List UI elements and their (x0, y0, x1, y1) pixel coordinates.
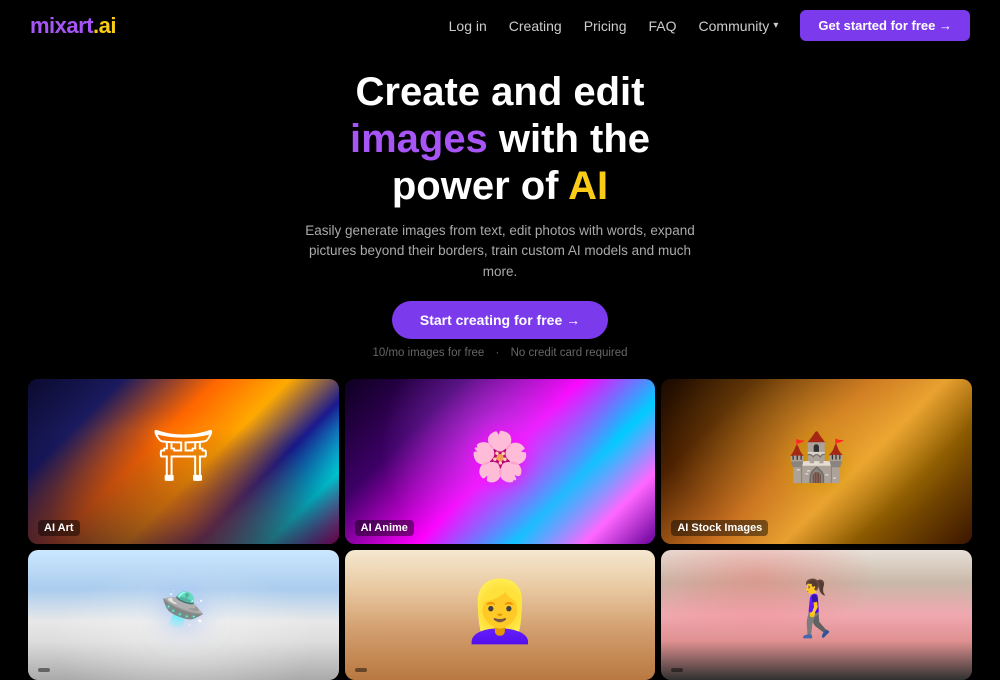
gallery-item-ai-anime[interactable]: AI Anime (345, 379, 656, 544)
hero-images-word: images (350, 117, 488, 161)
portrait-image (345, 550, 656, 680)
gallery-grid: AI Art AI Anime AI Stock Images (0, 379, 1000, 680)
logo-ai: ai (99, 13, 116, 38)
gallery-item-ai-stock[interactable]: AI Stock Images (661, 379, 972, 544)
logo-mix: mix (30, 13, 66, 38)
portrait-label (355, 668, 367, 672)
chevron-down-icon: ▾ (773, 20, 778, 31)
gallery-item-portrait[interactable] (345, 550, 656, 680)
street-image (661, 550, 972, 680)
hero-section: Create and edit images with the power of… (0, 51, 1000, 375)
nav-login[interactable]: Log in (449, 18, 487, 34)
ai-anime-label: AI Anime (355, 520, 414, 536)
nav-links: Log in Creating Pricing FAQ Community ▾ … (449, 10, 970, 41)
nav-pricing[interactable]: Pricing (584, 18, 627, 34)
ai-stock-label: AI Stock Images (671, 520, 768, 536)
gallery-item-ai-art[interactable]: AI Art (28, 379, 339, 544)
gallery-item-street[interactable] (661, 550, 972, 680)
hero-subtitle: Easily generate images from text, edit p… (290, 221, 710, 284)
ai-art-label: AI Art (38, 520, 80, 536)
scifi-image (28, 550, 339, 680)
nav-creating[interactable]: Creating (509, 18, 562, 34)
street-label (671, 668, 683, 672)
start-creating-button[interactable]: Start creating for free → (392, 301, 608, 339)
hero-ai-word: AI (568, 164, 608, 208)
get-started-button[interactable]: Get started for free → (800, 10, 970, 41)
nav-community[interactable]: Community ▾ (699, 18, 779, 34)
logo-art: art (66, 13, 93, 38)
gallery-item-scifi[interactable] (28, 550, 339, 680)
nav-faq[interactable]: FAQ (649, 18, 677, 34)
logo[interactable]: mixart.ai (30, 13, 116, 39)
scifi-label (38, 668, 50, 672)
navbar: mixart.ai Log in Creating Pricing FAQ Co… (0, 0, 1000, 51)
hero-headline: Create and edit images with the power of… (20, 69, 980, 211)
hero-note: 10/mo images for free · No credit card r… (20, 347, 980, 359)
